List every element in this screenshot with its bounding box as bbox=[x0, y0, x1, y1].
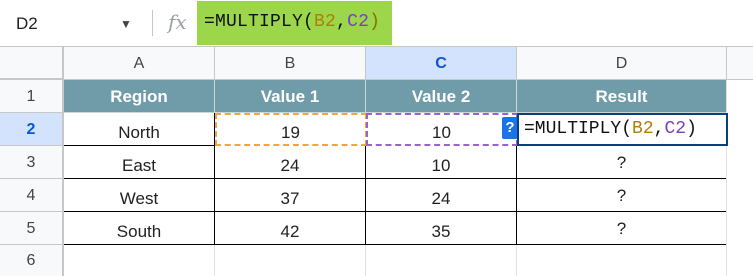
column-header-e[interactable] bbox=[727, 47, 753, 80]
cell-c4[interactable]: 24 bbox=[366, 179, 517, 212]
cell-a5[interactable]: South bbox=[64, 212, 215, 245]
editor-ref-b2: B2 bbox=[632, 119, 654, 139]
editor-ref-c2: C2 bbox=[664, 119, 687, 139]
header-cell-result[interactable]: Result bbox=[517, 80, 727, 113]
column-header-d[interactable]: D bbox=[517, 47, 727, 80]
row-header-4[interactable]: 4 bbox=[0, 179, 64, 212]
cell-b2[interactable]: 19 bbox=[215, 113, 366, 146]
cell-d4[interactable]: ? bbox=[517, 179, 727, 212]
gridline bbox=[214, 245, 215, 276]
formula-input[interactable]: =MULTIPLY(B2,C2) bbox=[204, 12, 380, 32]
select-all-corner[interactable] bbox=[0, 47, 64, 80]
cell-c2[interactable]: 10 bbox=[366, 113, 517, 146]
column-header-c[interactable]: C bbox=[366, 47, 517, 80]
cell-a4[interactable]: West bbox=[64, 179, 215, 212]
formula-help-button[interactable]: ? bbox=[502, 117, 518, 139]
name-box-value: D2 bbox=[16, 14, 38, 33]
header-cell-region[interactable]: Region bbox=[64, 80, 215, 113]
editor-prefix: =MULTIPLY( bbox=[524, 119, 633, 139]
row-header-5[interactable]: 5 bbox=[0, 212, 64, 245]
name-box[interactable]: D2 ▼ bbox=[16, 12, 132, 36]
row-header-2[interactable]: 2 bbox=[0, 113, 64, 146]
cell-a2[interactable]: North bbox=[64, 113, 215, 146]
chevron-down-icon[interactable]: ▼ bbox=[120, 12, 132, 36]
cell-d5[interactable]: ? bbox=[517, 212, 727, 245]
formula-ref-b2: B2 bbox=[314, 12, 337, 32]
row-header-6[interactable]: 6 bbox=[0, 245, 64, 276]
cell-c5[interactable]: 35 bbox=[366, 212, 517, 245]
header-cell-value1[interactable]: Value 1 bbox=[215, 80, 366, 113]
formula-bar-divider bbox=[152, 10, 153, 36]
editor-suffix: ) bbox=[686, 119, 697, 139]
formula-ref-c2: C2 bbox=[347, 12, 370, 32]
cell-a3[interactable]: East bbox=[64, 146, 215, 179]
header-cell-value2[interactable]: Value 2 bbox=[366, 80, 517, 113]
cell-c3[interactable]: 10 bbox=[366, 146, 517, 179]
row-header-1[interactable]: 1 bbox=[0, 80, 64, 113]
row-header-3[interactable]: 3 bbox=[0, 146, 64, 179]
cell-d2-editor[interactable]: =MULTIPLY(B2,C2) bbox=[517, 113, 728, 146]
cell-b5[interactable]: 42 bbox=[215, 212, 366, 245]
gridline bbox=[726, 80, 727, 276]
formula-separator: , bbox=[336, 12, 348, 32]
fx-icon: fx bbox=[168, 10, 187, 34]
gridline bbox=[365, 245, 366, 276]
cell-b3[interactable]: 24 bbox=[215, 146, 366, 179]
cell-b4[interactable]: 37 bbox=[215, 179, 366, 212]
editor-separator: , bbox=[653, 119, 665, 139]
formula-bar: D2 ▼ fx =MULTIPLY(B2,C2) bbox=[0, 0, 753, 47]
formula-prefix: =MULTIPLY( bbox=[204, 12, 315, 32]
gridline bbox=[516, 245, 517, 276]
column-header-a[interactable]: A bbox=[64, 47, 215, 80]
column-header-b[interactable]: B bbox=[215, 47, 366, 80]
formula-suffix: ) bbox=[369, 12, 381, 32]
cell-d3[interactable]: ? bbox=[517, 146, 727, 179]
